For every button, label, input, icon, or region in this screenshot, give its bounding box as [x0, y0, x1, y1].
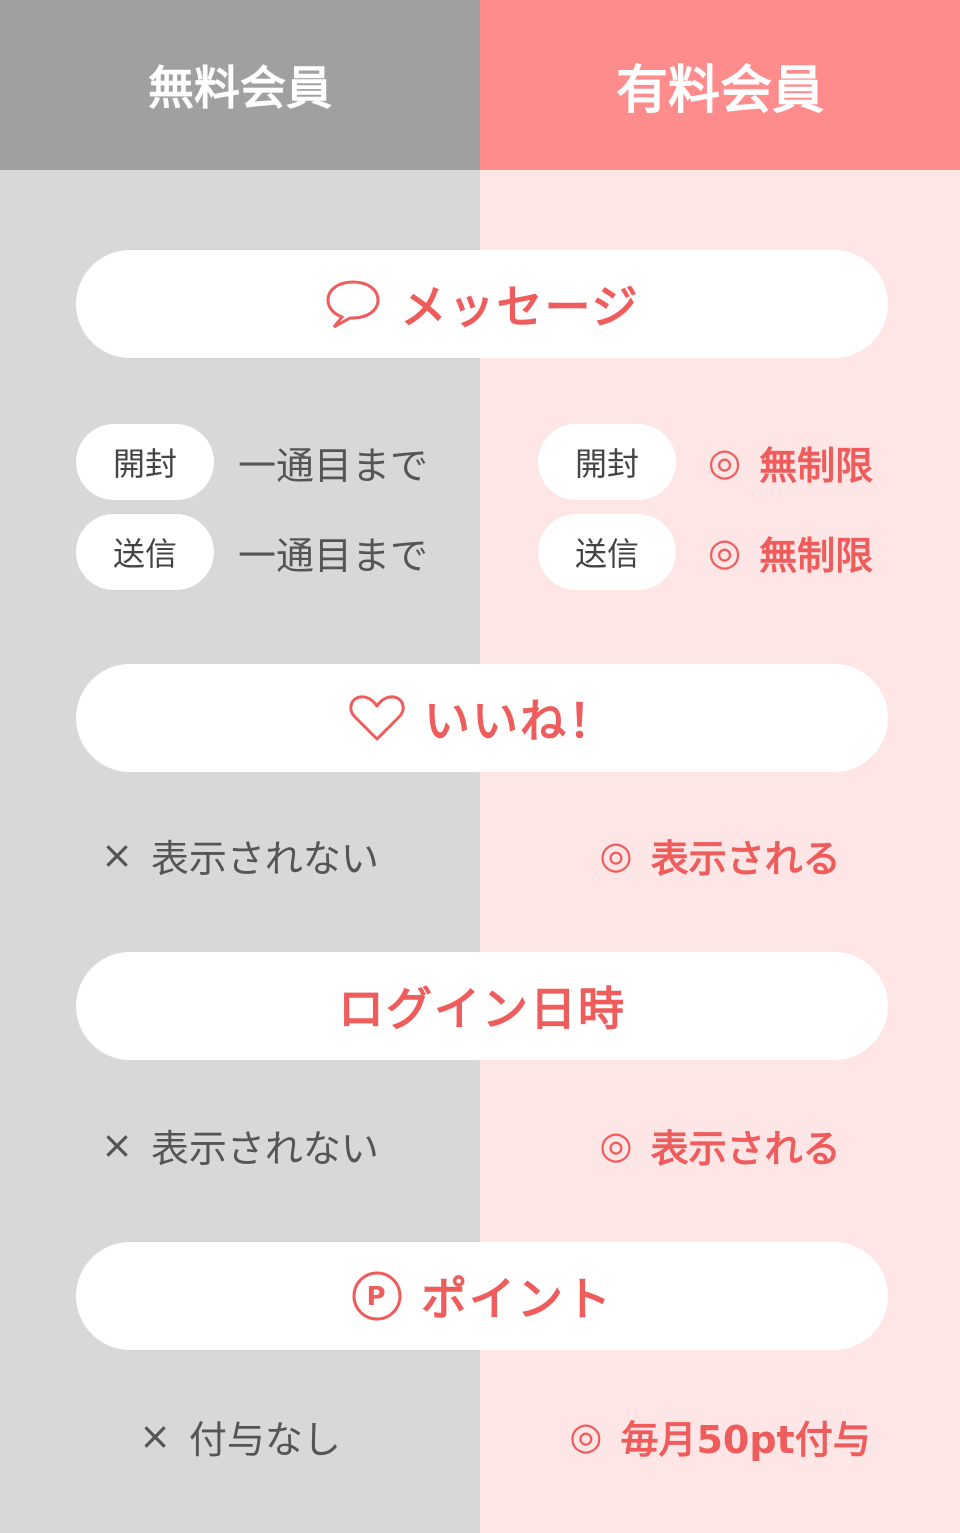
message-section-title: メッセージ	[76, 250, 888, 358]
message-title: メッセージ	[400, 280, 640, 334]
point-icon-letter: P	[366, 1282, 387, 1312]
free-point-text: 付与なし	[188, 1417, 341, 1462]
point-section-title: P ポイント	[76, 1242, 888, 1350]
send-tag-label: 送信	[112, 535, 177, 573]
paid-open-text: 無制限	[759, 443, 874, 488]
paid-send-tag: 送信	[538, 514, 676, 590]
paid-point-text: 毎月50pt付与	[620, 1417, 871, 1462]
login-section-title: ログイン日時	[76, 952, 888, 1060]
speech-bubble-icon	[324, 278, 382, 330]
paid-open-value: ◎ 無制限	[708, 424, 873, 500]
paid-like-text: 表示される	[650, 836, 841, 881]
paid-send-text: 無制限	[759, 533, 874, 578]
open-tag-label: 開封	[574, 445, 639, 483]
login-title: ログイン日時	[338, 982, 626, 1036]
free-login-value: × 表示されない	[0, 1107, 480, 1183]
heart-icon	[348, 693, 406, 743]
open-tag-label: 開封	[112, 445, 177, 483]
free-login-text: 表示されない	[150, 1126, 379, 1171]
free-open-text: 一通目まで	[238, 443, 429, 488]
send-tag-label: 送信	[574, 535, 639, 573]
double-circle-icon: ◎	[599, 1123, 633, 1167]
paid-login-value: ◎ 表示される	[480, 1107, 960, 1183]
double-circle-icon: ◎	[708, 530, 742, 574]
free-point-value: × 付与なし	[0, 1398, 480, 1474]
double-circle-icon: ◎	[599, 833, 633, 877]
free-open-value: 一通目まで	[238, 424, 428, 500]
paid-open-tag: 開封	[538, 424, 676, 500]
point-p-icon: P	[351, 1270, 403, 1322]
paid-login-text: 表示される	[650, 1126, 841, 1171]
free-member-header[interactable]: 無料会員	[0, 0, 480, 170]
free-send-tag: 送信	[76, 514, 214, 590]
point-title: ポイント	[421, 1272, 613, 1326]
free-member-label: 無料会員	[148, 61, 332, 115]
free-open-tag: 開封	[76, 424, 214, 500]
free-send-text: 一通目まで	[238, 533, 429, 578]
paid-point-value: ◎ 毎月50pt付与	[480, 1398, 960, 1474]
double-circle-icon: ◎	[708, 440, 742, 484]
cross-icon: ×	[101, 1123, 133, 1167]
paid-member-header[interactable]: 有料会員	[480, 0, 960, 170]
like-title: いいね！	[424, 694, 616, 748]
paid-member-label: 有料会員	[615, 60, 824, 121]
paid-like-value: ◎ 表示される	[480, 817, 960, 893]
double-circle-icon: ◎	[569, 1414, 603, 1458]
free-like-text: 表示されない	[150, 836, 379, 881]
free-send-value: 一通目まで	[238, 514, 428, 590]
free-like-value: × 表示されない	[0, 817, 480, 893]
cross-icon: ×	[139, 1414, 171, 1458]
paid-send-value: ◎ 無制限	[708, 514, 873, 590]
like-section-title: いいね！	[76, 664, 888, 772]
cross-icon: ×	[101, 833, 133, 877]
